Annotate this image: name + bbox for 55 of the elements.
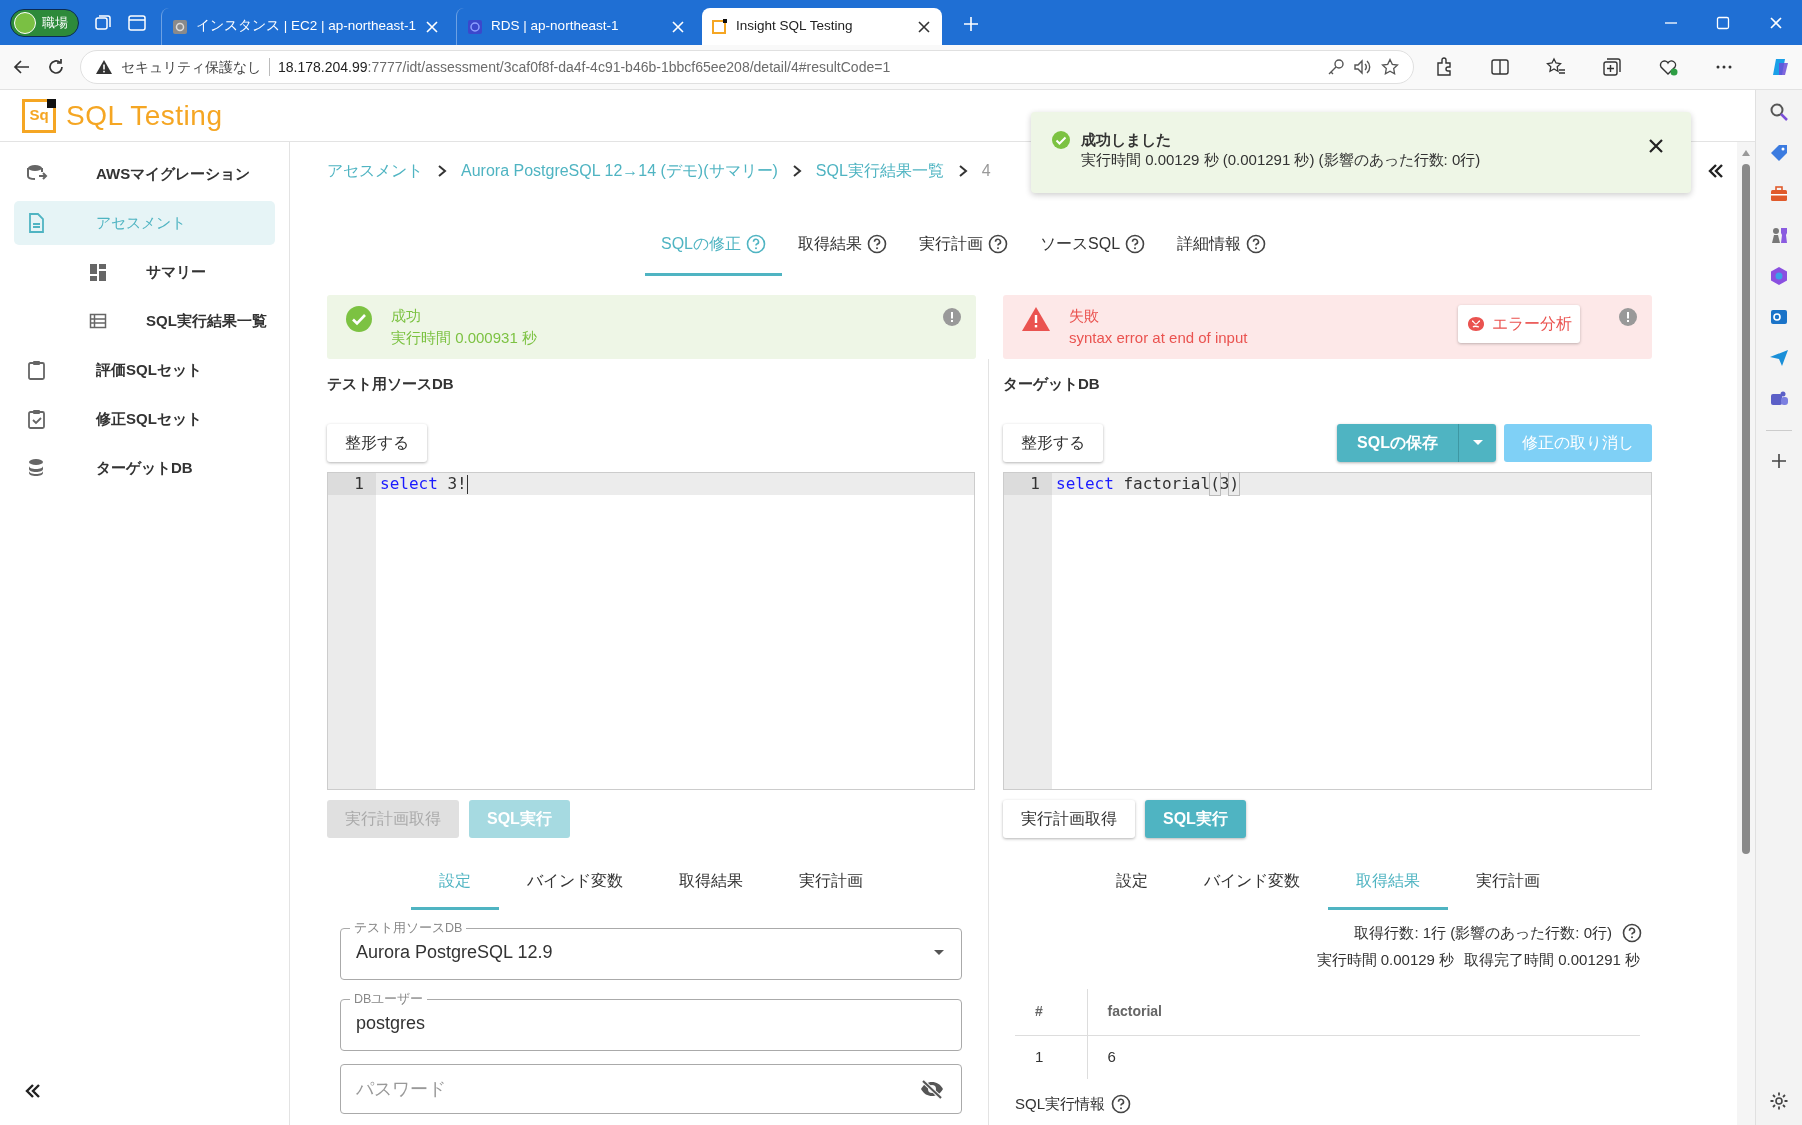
tab[interactable]: 実行計画 (903, 214, 1024, 276)
profile-button[interactable]: 職場 (10, 9, 79, 37)
status-title: 成功 (391, 306, 422, 326)
table-cell: 1 (1015, 1035, 1087, 1079)
url-text: 18.178.204.99:7777/idt/assessment/3caf0f8f-da4f-4c91-b46b-1bbcf65ee208/detail/4#resultCode=1 (278, 57, 891, 77)
tab[interactable]: バインド変数 (1175, 854, 1328, 910)
tab[interactable]: 取得結果 (651, 854, 771, 910)
tab[interactable]: 実行計画 (771, 854, 891, 910)
select-field[interactable]: テスト用ソースDB Aurora PostgreSQL 12.9 (340, 922, 962, 980)
status-message: 実行時間 0.000931 秒 (391, 327, 538, 348)
field-label: DBユーザー (353, 993, 425, 1006)
column-header: # (1015, 989, 1087, 1035)
sidebar-item[interactable]: ターゲットDB (14, 446, 275, 490)
tab[interactable]: 設定 (1087, 854, 1176, 910)
security-label[interactable]: セキュリティ保護なし (121, 56, 261, 78)
tab[interactable]: ソースSQL (1024, 214, 1162, 276)
input-field[interactable]: postgres (356, 1010, 945, 1038)
column-header: factorial (1087, 989, 1640, 1035)
code-editor[interactable]: 1 select 3! (327, 472, 975, 790)
app-title: SQL Testing (66, 98, 223, 133)
sidebar-item[interactable]: SQL実行結果一覧 (14, 299, 275, 343)
error-analysis-button[interactable]: エラー分析 (1458, 305, 1580, 343)
line-number: 1 (1004, 473, 1052, 495)
timing-text: 取得完了時間 0.001291 秒 (1464, 949, 1640, 970)
tab[interactable]: 詳細情報 (1161, 214, 1283, 276)
sidebar-item[interactable]: 修正SQLセット (14, 397, 275, 441)
browser-tab[interactable]: Insight SQL Testing (702, 8, 943, 45)
line-number: 1 (328, 473, 376, 495)
field-label: テスト用ソースDB (353, 922, 464, 935)
logo: Sq (22, 98, 56, 133)
password-field[interactable]: パスワード (340, 1064, 962, 1114)
toast-message: 実行時間 0.00129 秒 (0.001291 秒) (影響のあった行数: 0行) (1081, 150, 1482, 171)
row-count-text: 取得行数: 1行 (影響のあった行数: 0行) (1354, 923, 1612, 943)
action-button[interactable]: 実行計画取得 (1003, 800, 1135, 838)
breadcrumb-current: 4 (981, 161, 991, 181)
input-field[interactable]: DBユーザー postgres (340, 993, 962, 1051)
sidebar-item[interactable]: AWSマイグレーション (14, 152, 275, 196)
section-heading: テスト用ソースDB (327, 373, 455, 394)
password-field[interactable]: パスワード (356, 1075, 919, 1103)
toast-title: 成功しました (1081, 130, 1172, 150)
section-heading: ターゲットDB (1003, 373, 1101, 394)
code-editor[interactable]: 1 select factorial(3) (1003, 472, 1652, 790)
status-message: syntax error at end of input (1069, 327, 1249, 348)
tab[interactable]: バインド変数 (499, 854, 651, 910)
section-title: SQL実行情報 (1015, 1094, 1105, 1114)
sidebar-item[interactable]: 評価SQLセット (14, 348, 275, 392)
table-cell: 6 (1087, 1035, 1640, 1079)
address-bar[interactable]: セキュリティ保護なし 18.178.204.99:7777/idt/assessment/3caf0f8f-da4f-4c91-b46b-1bbcf65ee208/detail/4#resultCode=1 (80, 50, 1414, 84)
timing-text: 実行時間 0.00129 秒 (1316, 949, 1455, 970)
action-button[interactable]: 整形する (1003, 424, 1103, 462)
status-title: 失敗 (1069, 306, 1100, 326)
tab[interactable]: 実行計画 (1447, 854, 1568, 910)
sidebar-item[interactable]: サマリー (14, 250, 275, 294)
tab[interactable]: 取得結果 (782, 214, 903, 276)
action-button[interactable]: 整形する (327, 424, 427, 462)
